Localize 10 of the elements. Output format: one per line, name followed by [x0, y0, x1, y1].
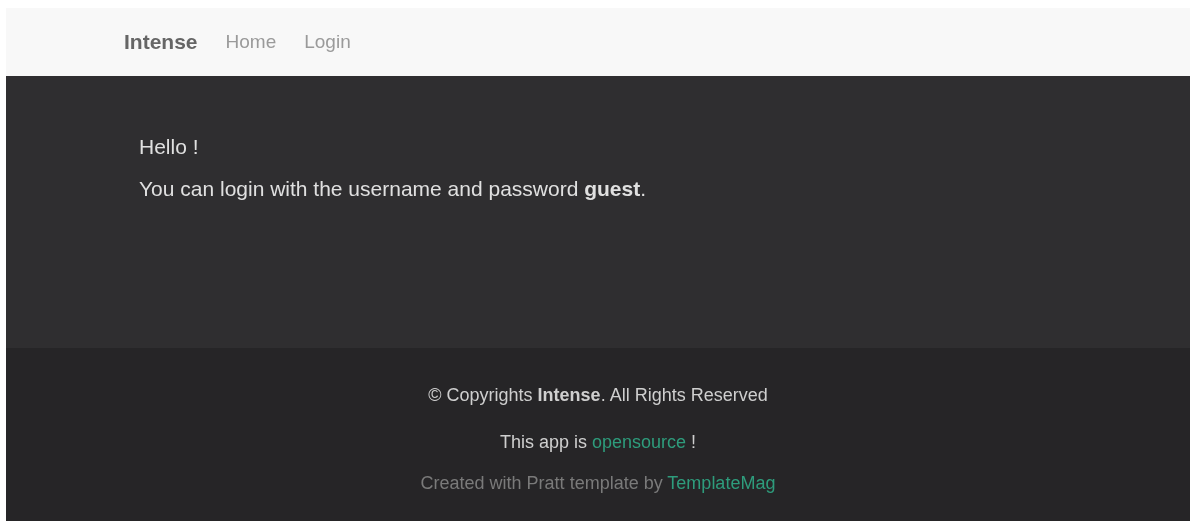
copyright-text: © Copyrights Intense. All Rights Reserved: [428, 384, 768, 407]
footer-link[interactable]: TemplateMag: [667, 473, 776, 493]
message-text: Hello !: [139, 134, 200, 160]
nav-link[interactable]: Login: [304, 27, 351, 57]
nav-link[interactable]: Home: [225, 27, 277, 57]
footer-text: This app is opensource !: [499, 431, 697, 454]
brand-link[interactable]: Intense: [118, 26, 204, 58]
message-text: You can login with the username and password guest.: [139, 175, 648, 202]
footer-link[interactable]: opensource: [591, 432, 687, 452]
footer-text: Created with Pratt template by TemplateMag: [420, 472, 776, 495]
